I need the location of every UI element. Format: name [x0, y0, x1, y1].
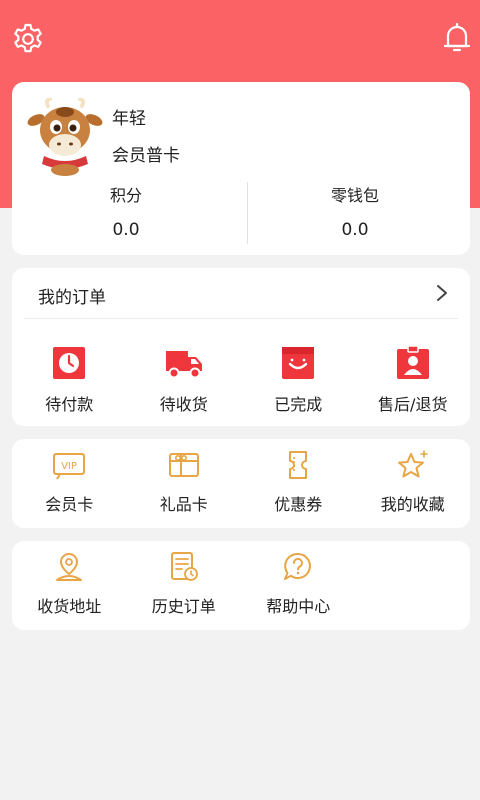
order-pending-payment[interactable]: 待付款: [12, 345, 127, 415]
tool-order-history-label: 历史订单: [151, 597, 216, 616]
tool-help-center[interactable]: 帮助中心: [241, 551, 356, 617]
order-history-icon: [170, 552, 198, 581]
service-coupon-label: 优惠券: [274, 495, 323, 514]
wallet-stat[interactable]: 零钱包 0.0: [241, 182, 469, 240]
wallet-label: 零钱包: [330, 186, 379, 205]
chevron-right-icon: [437, 285, 447, 301]
gift-card-icon: [168, 453, 199, 477]
points-value: 0.0: [112, 220, 140, 240]
help-icon: [284, 552, 312, 580]
service-vip-card-label: 会员卡: [45, 495, 94, 514]
wallet-value: 0.0: [341, 220, 369, 240]
order-pending-payment-label: 待付款: [45, 395, 94, 414]
tools-grid: 收货地址 历史订单 帮助中心: [12, 551, 470, 617]
order-pending-receipt-label: 待收货: [159, 395, 208, 414]
completed-smile-icon: [282, 347, 315, 379]
tool-shipping-address[interactable]: 收货地址: [12, 551, 127, 617]
orders-card: 我的订单 待付款 待收货 已完成 售后/退货: [12, 268, 470, 426]
address-icon: [56, 552, 83, 581]
vip-card-icon: VIP: [53, 453, 86, 480]
delivery-truck-icon: [165, 351, 202, 379]
service-gift-card[interactable]: 礼品卡: [127, 449, 242, 515]
tools-card: 收货地址 历史订单 帮助中心: [12, 541, 470, 630]
orders-title: 我的订单: [38, 288, 106, 308]
orders-status-grid: 待付款 待收货 已完成 售后/退货: [12, 345, 470, 415]
service-gift-card-label: 礼品卡: [159, 495, 208, 514]
tool-order-history[interactable]: 历史订单: [127, 551, 242, 617]
orders-header[interactable]: 我的订单: [24, 268, 458, 319]
order-completed-label: 已完成: [274, 395, 323, 414]
vip-badge-text: VIP: [61, 461, 77, 472]
order-after-sales[interactable]: 售后/退货: [356, 345, 471, 415]
services-grid: VIP 会员卡 礼品卡 优惠券 我的收藏: [12, 449, 470, 515]
member-level: 会员普卡: [112, 146, 180, 166]
services-card: VIP 会员卡 礼品卡 优惠券 我的收藏: [12, 439, 470, 528]
avatar[interactable]: [26, 97, 104, 176]
profile-card: 年轻 会员普卡 积分 0.0 零钱包 0.0: [12, 82, 470, 255]
notification-bell-icon[interactable]: [440, 20, 474, 54]
order-after-sales-label: 售后/退货: [378, 395, 448, 414]
settings-gear-icon[interactable]: [11, 22, 45, 56]
order-pending-receipt[interactable]: 待收货: [127, 345, 242, 415]
tool-help-center-label: 帮助中心: [266, 597, 331, 616]
service-vip-card[interactable]: VIP 会员卡: [12, 449, 127, 515]
service-favorites-label: 我的收藏: [380, 495, 445, 514]
tool-shipping-address-label: 收货地址: [37, 597, 102, 616]
coupon-icon: [289, 451, 308, 479]
points-label: 积分: [109, 186, 142, 205]
order-completed[interactable]: 已完成: [241, 345, 356, 415]
points-stat[interactable]: 积分 0.0: [12, 182, 240, 240]
user-name: 年轻: [112, 109, 146, 129]
service-coupon[interactable]: 优惠券: [241, 449, 356, 515]
favorite-star-icon: [397, 450, 428, 478]
after-sales-icon: [396, 345, 429, 379]
pending-payment-icon: [53, 347, 86, 379]
service-favorites[interactable]: 我的收藏: [356, 449, 471, 515]
